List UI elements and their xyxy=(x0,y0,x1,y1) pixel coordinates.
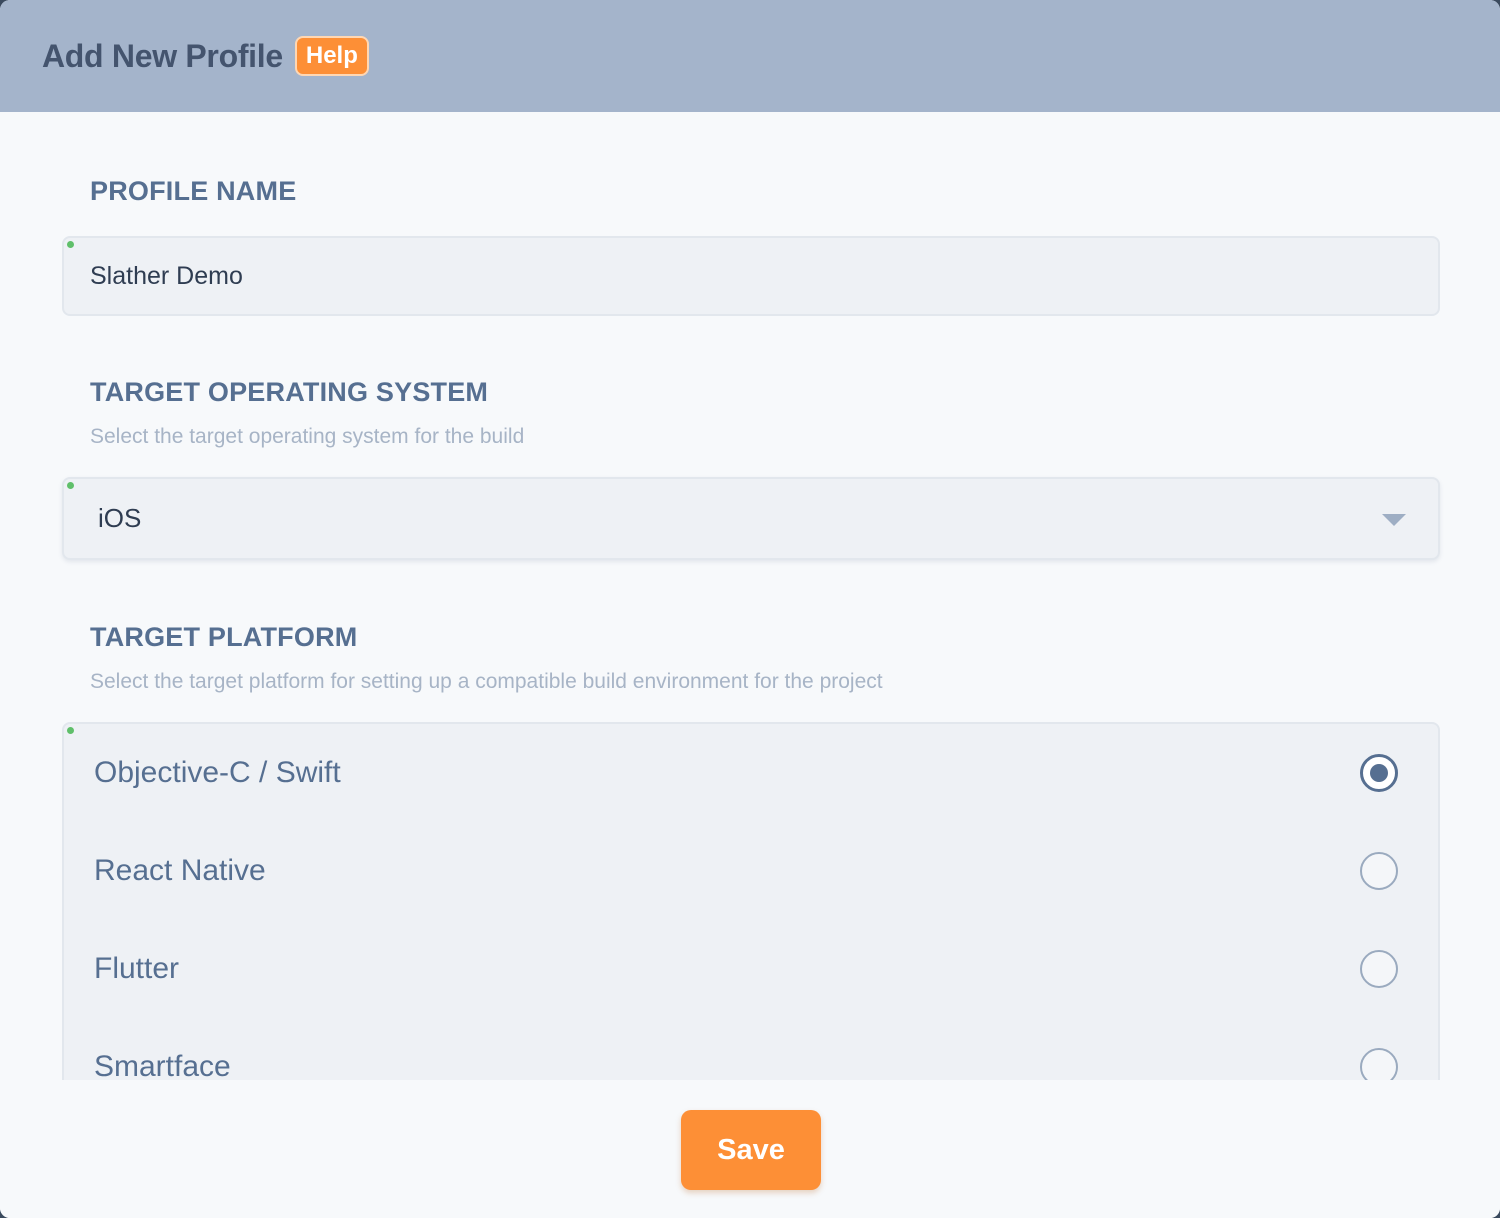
platform-option-smartface[interactable]: Smartface xyxy=(64,1018,1438,1080)
radio-button[interactable] xyxy=(1360,1048,1398,1080)
target-os-label: TARGET OPERATING SYSTEM xyxy=(90,377,489,407)
help-button[interactable]: Help xyxy=(294,36,369,76)
profile-name-field-container xyxy=(62,236,1440,316)
status-dot xyxy=(67,482,74,489)
dialog-body: PROFILE NAME TARGET OPERATING SYSTEM Sel… xyxy=(0,112,1500,1080)
profile-name-input[interactable] xyxy=(90,238,1418,314)
dialog-header: Add New Profile Help xyxy=(0,0,1500,112)
target-os-description: Select the target operating system for t… xyxy=(90,425,525,448)
target-platform-label: TARGET PLATFORM xyxy=(90,622,358,652)
platform-option-label: Objective-C / Swift xyxy=(94,756,341,789)
platform-option-label: React Native xyxy=(94,854,266,887)
save-button[interactable]: Save xyxy=(681,1110,821,1190)
platform-option-react-native[interactable]: React Native xyxy=(64,822,1438,920)
dialog-footer: Save xyxy=(0,1080,1500,1218)
chevron-down-icon xyxy=(1382,514,1406,526)
target-os-select[interactable]: iOS xyxy=(62,477,1440,560)
radio-button[interactable] xyxy=(1360,852,1398,890)
target-platform-description: Select the target platform for setting u… xyxy=(90,670,883,693)
dialog-title: Add New Profile xyxy=(42,37,283,74)
radio-button-checked[interactable] xyxy=(1360,754,1398,792)
platform-option-label: Smartface xyxy=(94,1050,231,1080)
add-profile-dialog: Add New Profile Help PROFILE NAME TARGET… xyxy=(0,0,1500,1218)
target-platform-radio-group: Objective-C / Swift React Native Flutter… xyxy=(62,722,1440,1080)
profile-name-label: PROFILE NAME xyxy=(90,176,297,206)
radio-button[interactable] xyxy=(1360,950,1398,988)
status-dot xyxy=(67,241,74,248)
platform-option-label: Flutter xyxy=(94,952,180,985)
target-os-selected-value: iOS xyxy=(98,503,142,533)
platform-option-flutter[interactable]: Flutter xyxy=(64,920,1438,1018)
platform-option-objective-c-swift[interactable]: Objective-C / Swift xyxy=(64,724,1438,822)
